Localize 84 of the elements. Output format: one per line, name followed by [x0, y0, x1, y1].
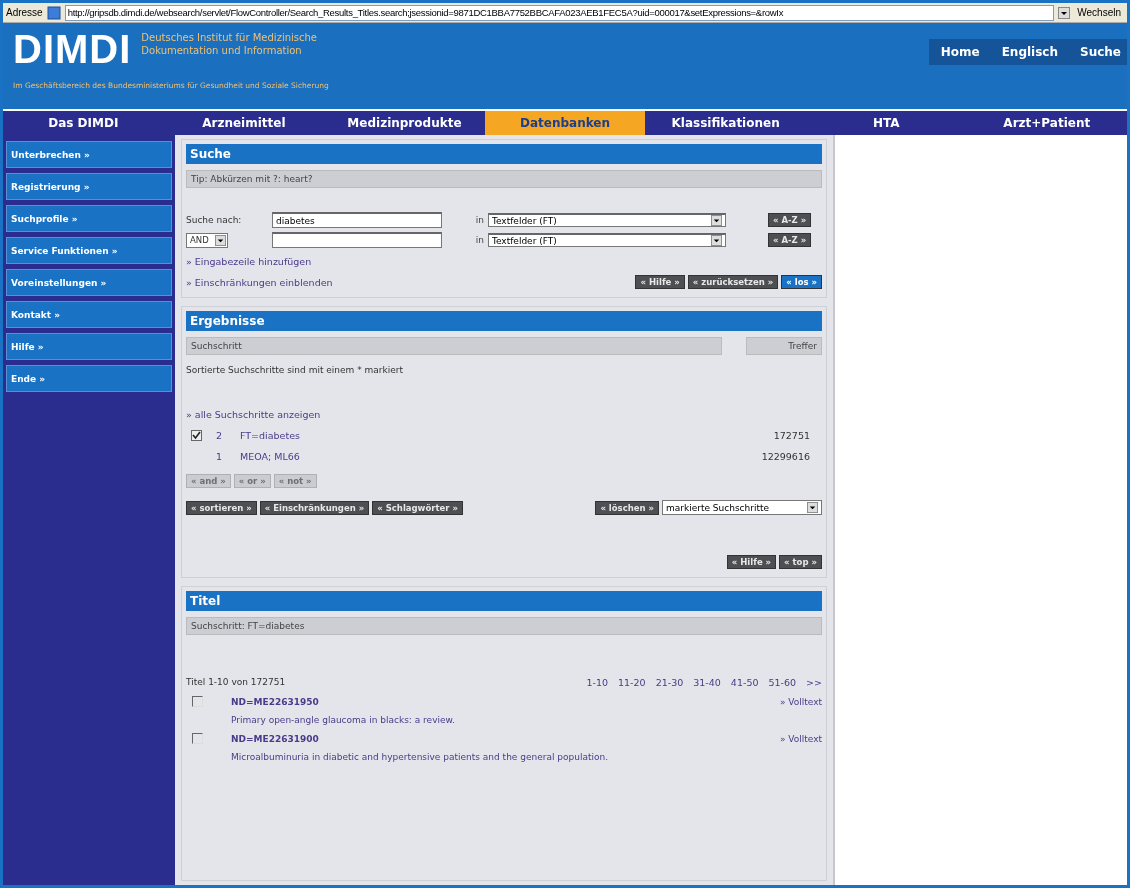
add-row-link[interactable]: » Eingabezeile hinzufügen: [186, 256, 312, 267]
section-title: Titel: [186, 591, 822, 611]
page-link[interactable]: 51-60: [768, 677, 797, 688]
action-button[interactable]: « sortieren »: [186, 500, 257, 515]
step-query-link[interactable]: MEOA; ML66: [240, 451, 762, 462]
nav-tab[interactable]: Klassifikationen: [645, 111, 806, 135]
header-link[interactable]: Englisch: [1001, 45, 1058, 59]
step-number: 2: [215, 430, 224, 441]
column-header: Suchschritt: [186, 337, 722, 355]
footer-button[interactable]: « top »: [779, 555, 822, 569]
page-link[interactable]: 21-30: [655, 677, 684, 688]
field-select[interactable]: Textfelder (FT): [488, 213, 726, 227]
column-header: Treffer: [746, 337, 822, 355]
record-id-link[interactable]: ND=ME22631950: [231, 696, 780, 707]
in-label: in: [474, 215, 485, 225]
section-title: Ergebnisse: [186, 311, 822, 331]
checkbox[interactable]: [192, 733, 203, 744]
a-z-button[interactable]: « A-Z »: [768, 233, 812, 247]
note-text: Sortierte Suchschritte sind mit einem * markiert: [186, 365, 405, 375]
page-link[interactable]: 11-20: [618, 677, 646, 688]
record-id-link[interactable]: ND=ME22631900: [231, 733, 780, 744]
org-name: Deutsches Institut für Medizinische: [141, 31, 317, 44]
operator-select[interactable]: AND: [186, 232, 228, 248]
sidebar-item[interactable]: Ende »: [6, 365, 172, 392]
checkbox[interactable]: [190, 430, 202, 441]
sidebar-item[interactable]: Service Funktionen »: [6, 237, 172, 264]
go-button[interactable]: Wechseln: [1074, 7, 1124, 18]
form-button[interactable]: « los »: [781, 275, 822, 289]
hit-count: 12299616: [761, 451, 811, 462]
field-select[interactable]: Textfelder (FT): [488, 233, 726, 247]
url-field[interactable]: http://gripsdb.dimdi.de/websearch/servlet/FlowController/Search_Results_Titles.search;jsessionid=9871DC1BBA7752BBCAFA023AEB1FEC5A?uid=000017&setExpressions=&rowIx: [64, 4, 1055, 21]
dropdown-icon[interactable]: [1058, 6, 1071, 19]
sidebar-item[interactable]: Kontakt »: [6, 301, 172, 328]
action-button[interactable]: « Einschränkungen »: [259, 500, 370, 515]
nav-tab[interactable]: Arzneimittel: [163, 111, 325, 135]
a-z-button[interactable]: « A-Z »: [768, 213, 812, 227]
address-label: Adresse: [6, 7, 43, 18]
record-title-link[interactable]: Primary open-angle glaucoma in blacks: a review.: [186, 715, 822, 725]
nav-tab[interactable]: Datenbanken: [484, 111, 646, 135]
field-label: Suche nach:: [186, 215, 243, 225]
header-link[interactable]: Suche: [1080, 45, 1121, 59]
logo: DIMDI: [13, 29, 132, 69]
search-step-text: Suchschritt: FT=diabetes: [186, 617, 822, 635]
page-icon: [46, 5, 61, 20]
step-query-link[interactable]: FT=diabetes: [240, 430, 774, 441]
delete-target-select[interactable]: markierte Suchschritte: [662, 500, 822, 515]
header-link[interactable]: Home: [940, 45, 980, 59]
sidebar-item[interactable]: Registrierung »: [6, 173, 172, 200]
footer-button[interactable]: « Hilfe »: [726, 555, 777, 569]
org-name: Dokumentation und Information: [141, 44, 303, 57]
step-number: 1: [215, 451, 224, 462]
dropdown-icon: [711, 235, 722, 246]
form-button[interactable]: « Hilfe »: [635, 275, 685, 289]
result-count: Titel 1-10 von 172751: [186, 677, 286, 688]
action-button[interactable]: « Schlagwörter »: [372, 500, 463, 515]
show-all-link[interactable]: » alle Suchschritte anzeigen: [186, 409, 822, 420]
nav-tab[interactable]: Medizinprodukte: [324, 111, 485, 135]
sidebar-item[interactable]: Voreinstellungen »: [6, 269, 172, 296]
fulltext-link[interactable]: » Volltext: [779, 733, 822, 744]
restrictions-link[interactable]: » Einschränkungen einblenden: [186, 276, 333, 288]
search-input[interactable]: diabetes: [272, 212, 442, 228]
dropdown-icon: [214, 234, 226, 246]
fulltext-link[interactable]: » Volltext: [779, 696, 822, 707]
tip-text: Tip: Abkürzen mit ?: heart?: [186, 170, 822, 188]
page-link[interactable]: 1-10: [586, 677, 609, 688]
checkbox[interactable]: [192, 696, 203, 707]
sidebar-item[interactable]: Suchprofile »: [6, 205, 172, 232]
page-link[interactable]: 31-40: [693, 677, 721, 688]
section-title: Suche: [186, 144, 822, 164]
page-link[interactable]: 41-50: [730, 677, 759, 688]
in-label: in: [474, 235, 485, 245]
nav-tab[interactable]: Das DIMDI: [3, 111, 164, 135]
form-button[interactable]: « zurücksetzen »: [687, 275, 779, 289]
hit-count: 172751: [773, 430, 811, 441]
search-input[interactable]: [272, 232, 442, 248]
dropdown-icon: [807, 502, 818, 513]
delete-button[interactable]: « löschen »: [595, 500, 659, 515]
nav-tab[interactable]: HTA: [805, 111, 967, 135]
sidebar-item[interactable]: Unterbrechen »: [6, 141, 172, 168]
dropdown-icon: [711, 215, 722, 226]
page-link[interactable]: >>: [806, 677, 822, 688]
nav-tab[interactable]: Arzt+Patient: [966, 111, 1127, 135]
sidebar-item[interactable]: Hilfe »: [6, 333, 172, 360]
record-title-link[interactable]: Microalbuminuria in diabetic and hypertensive patients and the general population.: [186, 752, 822, 762]
